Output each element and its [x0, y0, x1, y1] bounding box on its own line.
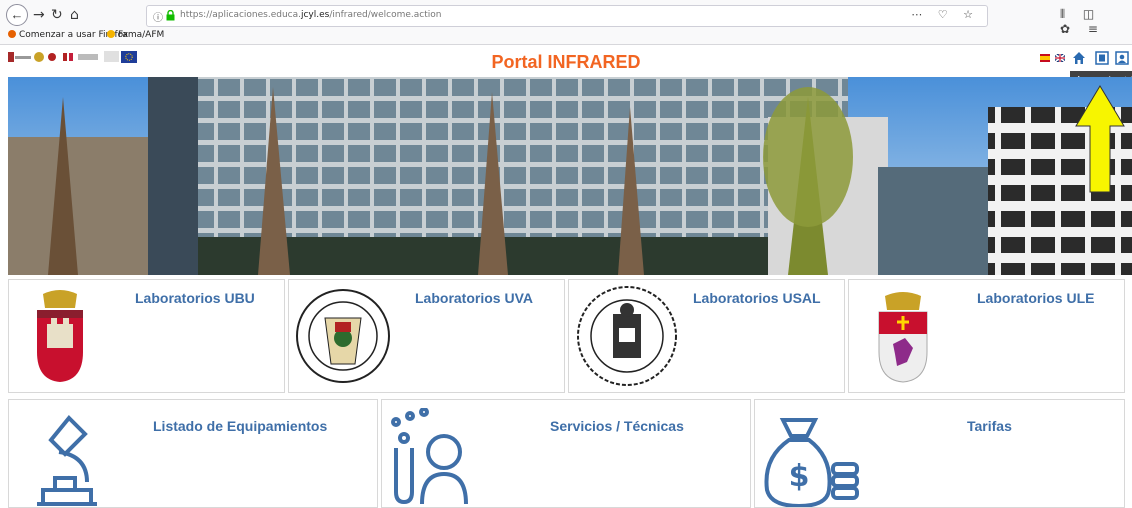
service-card-equipment[interactable]: Listado de Equipamientos	[8, 399, 378, 508]
money-bag-icon: $	[764, 418, 859, 507]
sidebar-icon[interactable]: ◫	[1083, 7, 1094, 21]
site-header: Portal INFRARED	[0, 45, 1132, 77]
home-icon[interactable]	[1072, 51, 1086, 65]
ule-crest-icon	[878, 292, 928, 383]
bookmark-star-icon	[107, 30, 115, 38]
lab-card-title: Laboratorios USAL	[693, 290, 821, 306]
service-card-rates[interactable]: $ Tarifas	[754, 399, 1125, 508]
login-icon[interactable]	[1115, 51, 1129, 65]
page-actions[interactable]: ⋯ ♡ ☆	[911, 8, 979, 21]
reload-button[interactable]: ↻	[51, 7, 63, 23]
usal-seal-icon	[577, 286, 677, 386]
lab-card-ule[interactable]: Laboratorios ULE	[848, 279, 1125, 393]
uk-flag-icon[interactable]	[1055, 54, 1065, 62]
banner-image	[8, 77, 1132, 275]
service-card-title: Tarifas	[967, 418, 1012, 434]
firefox-icon	[8, 30, 16, 38]
extension-icon[interactable]: ✿	[1060, 22, 1070, 36]
portal-access-icon[interactable]	[1095, 51, 1109, 65]
library-icon[interactable]: ⫴	[1060, 7, 1065, 21]
lab-card-title: Laboratorios ULE	[977, 290, 1095, 306]
lab-card-usal[interactable]: Laboratorios USAL	[568, 279, 845, 393]
spain-flag-icon[interactable]	[1040, 54, 1050, 62]
lab-card-ubu[interactable]: Laboratorios UBU	[8, 279, 285, 393]
browser-chrome: ← → ↻ ⌂ ⓘ https://aplicaciones.educa.jcy…	[0, 0, 1132, 45]
service-card-title: Listado de Equipamientos	[153, 418, 328, 434]
menu-icon[interactable]: ≡	[1088, 22, 1098, 36]
ubu-crest-icon	[37, 290, 83, 382]
bookmark-item[interactable]: Fama/AFM	[107, 30, 164, 40]
service-card-title: Servicios / Técnicas	[550, 418, 684, 434]
service-card-techniques[interactable]: Servicios / Técnicas	[381, 399, 751, 508]
url-text: https://aplicaciones.educa.jcyl.es/infra…	[180, 10, 442, 20]
pointer-arrow-icon	[1075, 85, 1125, 193]
home-button[interactable]: ⌂	[70, 7, 79, 23]
toolbar-icons: ⫴ ◫ ✿ ≡	[1060, 7, 1132, 36]
page-title: Portal INFRARED	[491, 52, 641, 72]
scientist-icon	[391, 408, 468, 505]
lab-card-uva[interactable]: Laboratorios UVA	[288, 279, 565, 393]
uva-seal-icon	[296, 289, 390, 383]
info-icon[interactable]: ⓘ	[153, 9, 163, 24]
lab-card-title: Laboratorios UVA	[415, 290, 533, 306]
url-bar[interactable]: ⓘ https://aplicaciones.educa.jcyl.es/inf…	[146, 5, 988, 27]
lock-icon	[166, 10, 175, 21]
svg-text:$: $	[789, 459, 810, 494]
lab-card-title: Laboratorios UBU	[135, 290, 255, 306]
back-button[interactable]: ←	[6, 4, 28, 26]
microscope-icon	[37, 415, 97, 506]
forward-button[interactable]: →	[33, 7, 45, 23]
